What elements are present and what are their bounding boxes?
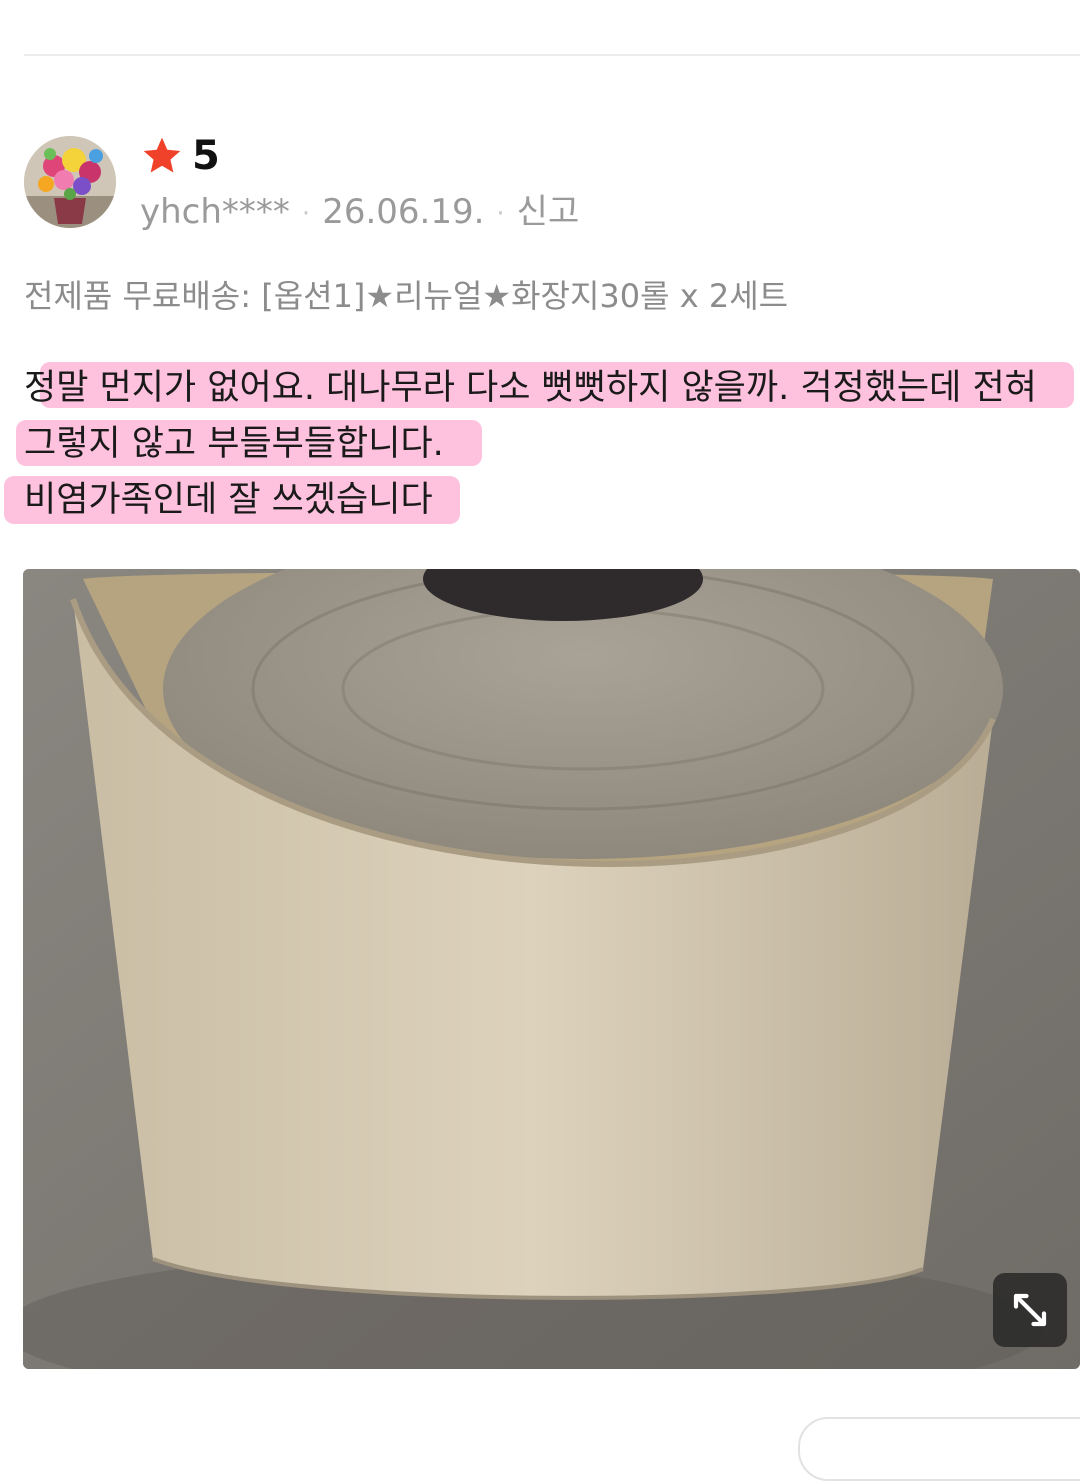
separator-dot: · xyxy=(301,198,311,229)
rating-value: 5 xyxy=(192,133,220,179)
next-card-edge xyxy=(798,1417,1080,1481)
expand-button[interactable] xyxy=(993,1273,1067,1347)
flower-bouquet-icon xyxy=(24,136,116,228)
separator-dot: · xyxy=(496,198,505,229)
review-body: 정말 먼지가 없어요. 대나무라 다소 뻣뻣하지 않을까. 걱정했는데 전혀 그… xyxy=(4,360,1074,528)
review-photo[interactable] xyxy=(23,569,1080,1369)
purchase-option: 전제품 무료배송: [옵션1]★리뉴얼★화장지30롤 x 2세트 xyxy=(24,277,789,315)
expand-icon xyxy=(1013,1293,1047,1327)
report-link[interactable]: 신고 xyxy=(517,192,580,232)
star-icon xyxy=(140,134,184,178)
review-body-line: 비염가족인데 잘 쓰겠습니다 xyxy=(24,480,433,520)
avatar[interactable] xyxy=(24,136,116,228)
top-divider xyxy=(24,54,1080,56)
review-body-line: 정말 먼지가 없어요. 대나무라 다소 뻣뻣하지 않을까. 걱정했는데 전혀 xyxy=(24,368,1037,408)
rating: 5 xyxy=(140,136,220,176)
toilet-paper-roll-image xyxy=(23,569,1080,1369)
review-date: 26.06.19. xyxy=(322,192,485,232)
review-meta: yhch**** · 26.06.19. · 신고 xyxy=(140,192,579,234)
review-body-line: 그렇지 않고 부들부들합니다. xyxy=(24,424,444,464)
username: yhch**** xyxy=(140,192,290,232)
